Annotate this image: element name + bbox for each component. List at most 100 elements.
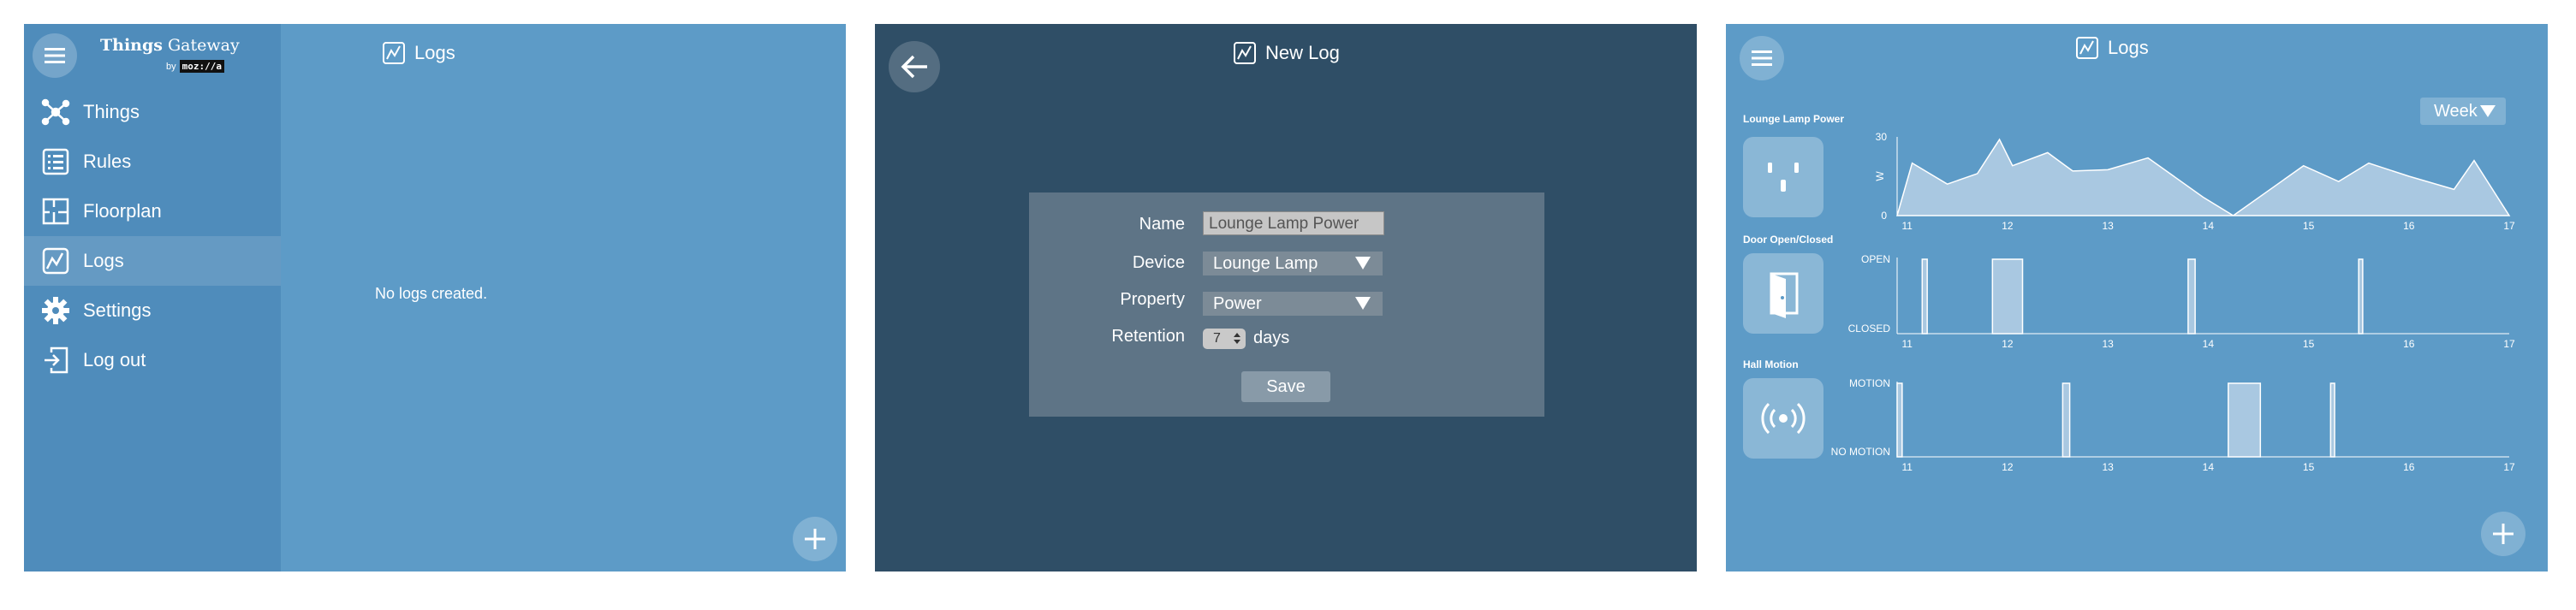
nav-label: Floorplan — [83, 200, 162, 222]
gear-icon — [42, 297, 69, 324]
device-select[interactable]: Lounge Lamp — [1203, 252, 1383, 275]
state-segment — [2358, 258, 2364, 335]
x-tick-label: 15 — [2303, 338, 2315, 350]
x-tick-label: 16 — [2403, 461, 2415, 473]
log-charts: 11 12 13 14 15 16 17 0 30 W 11 12 13 14 15 16 17 CLOSED OP… — [1831, 131, 2515, 473]
x-tick-label: 14 — [2203, 461, 2215, 473]
property-row: Property Power — [1029, 290, 1544, 317]
state-segment — [2228, 382, 2262, 458]
logs-icon — [42, 247, 69, 275]
menu-button[interactable] — [33, 33, 77, 78]
x-tick-label: 15 — [2303, 461, 2315, 473]
new-log-screen: New Log Name Lounge Lamp Power Device Lo… — [875, 24, 1697, 572]
property-label: Property — [1120, 290, 1185, 309]
chevron-down-icon — [1355, 257, 1371, 269]
y-axis-label: W — [1874, 171, 1886, 181]
name-label: Name — [1139, 215, 1185, 234]
nav-item-rules[interactable]: Rules — [24, 137, 281, 187]
x-tick-label: 13 — [2102, 338, 2114, 350]
nav-item-settings[interactable]: Settings — [24, 286, 281, 335]
retention-row: Retention 7 days — [1029, 327, 1544, 354]
property-select[interactable]: Power — [1203, 292, 1383, 316]
x-tick-label: 12 — [2002, 338, 2014, 350]
add-log-button[interactable] — [793, 517, 837, 561]
plus-icon — [2493, 524, 2514, 544]
retention-value: 7 — [1213, 331, 1221, 346]
logs-icon — [383, 42, 405, 64]
stepper-up-icon[interactable] — [1234, 333, 1240, 337]
back-button[interactable] — [889, 41, 940, 92]
new-log-form: Name Lounge Lamp Power Device Lounge Lam… — [1029, 192, 1544, 417]
power-series-area — [1896, 138, 2511, 216]
x-tick-label: 17 — [2503, 461, 2515, 473]
device-select-value: Lounge Lamp — [1213, 254, 1318, 273]
x-tick-label: 17 — [2503, 338, 2515, 350]
logs-empty-screen: Things Gateway by moz://a Things Rules Fl… — [24, 24, 846, 572]
empty-message: No logs created. — [375, 285, 488, 302]
nav-item-logout[interactable]: Log out — [24, 335, 281, 385]
save-button[interactable]: Save — [1241, 371, 1330, 402]
page-title: New Log — [1233, 41, 1340, 65]
y-tick-label: CLOSED — [1848, 323, 1891, 335]
floorplan-icon — [42, 198, 69, 225]
y-tick-label: NO MOTION — [1831, 446, 1890, 458]
rules-icon — [42, 148, 69, 175]
brand-name-rest: Gateway — [162, 36, 240, 55]
property-select-value: Power — [1213, 294, 1262, 313]
x-tick-label: 11 — [1901, 220, 1913, 232]
mozilla-logo: moz://a — [179, 60, 224, 73]
page-title: Logs — [382, 41, 455, 65]
y-tick-label: 30 — [1876, 131, 1888, 143]
nav-item-floorplan[interactable]: Floorplan — [24, 187, 281, 236]
chevron-down-icon — [1355, 297, 1371, 310]
y-tick-label: MOTION — [1849, 377, 1890, 389]
plus-icon — [805, 529, 825, 549]
page-title-text: New Log — [1265, 42, 1340, 63]
logs-icon — [1234, 42, 1256, 64]
x-tick-label: 11 — [1901, 338, 1913, 350]
retention-unit: days — [1253, 329, 1290, 347]
state-segment — [2061, 382, 2071, 458]
retention-label: Retention — [1111, 327, 1185, 346]
x-tick-label: 14 — [2203, 220, 2215, 232]
state-segment — [1991, 258, 2024, 335]
state-segment — [2187, 258, 2196, 335]
nav-label: Logs — [83, 250, 124, 271]
x-tick-label: 16 — [2403, 338, 2415, 350]
device-row: Device Lounge Lamp — [1029, 252, 1544, 279]
sidebar-menu: Things Gateway by moz://a Things Rules Fl… — [24, 24, 281, 572]
y-tick-label: 0 — [1881, 210, 1887, 222]
y-tick-label: OPEN — [1861, 253, 1890, 265]
retention-stepper[interactable]: 7 — [1203, 329, 1246, 349]
add-log-button[interactable] — [2481, 512, 2525, 556]
name-row: Name Lounge Lamp Power — [1029, 211, 1544, 239]
nav-item-things[interactable]: Things — [24, 87, 281, 137]
logout-icon — [45, 346, 68, 374]
state-segment — [1896, 382, 1903, 458]
nav-label: Things — [83, 101, 140, 122]
page-title-text: Logs — [414, 42, 455, 63]
x-tick-label: 12 — [2002, 220, 2014, 232]
x-tick-label: 13 — [2102, 461, 2114, 473]
x-tick-label: 16 — [2403, 220, 2415, 232]
brand-logo: Things Gateway by moz://a — [100, 36, 240, 73]
x-tick-label: 11 — [1901, 461, 1913, 473]
x-tick-label: 17 — [2503, 220, 2515, 232]
things-icon — [41, 98, 70, 126]
state-segment — [2329, 382, 2335, 458]
hamburger-icon — [45, 48, 65, 63]
device-label: Device — [1132, 253, 1185, 272]
back-arrow-icon — [901, 55, 927, 79]
stepper-down-icon[interactable] — [1234, 340, 1240, 344]
x-tick-label: 13 — [2102, 220, 2114, 232]
nav-label: Settings — [83, 299, 152, 321]
name-input[interactable]: Lounge Lamp Power — [1203, 211, 1384, 235]
brand-name-bold: Things — [100, 36, 163, 55]
nav-label: Rules — [83, 151, 132, 172]
nav-label: Log out — [83, 349, 146, 370]
logs-list-screen: Logs Week Lounge Lamp Power Door Open/Cl… — [1726, 24, 2548, 572]
nav-item-logs[interactable]: Logs — [24, 236, 281, 286]
x-tick-label: 12 — [2002, 461, 2014, 473]
x-tick-label: 14 — [2203, 338, 2215, 350]
state-segment — [1921, 258, 1928, 335]
